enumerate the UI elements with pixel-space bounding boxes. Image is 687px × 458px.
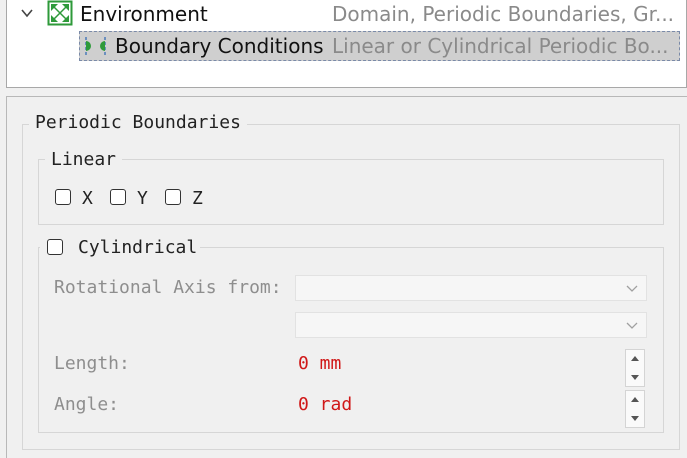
length-value[interactable]: 0 mm	[298, 353, 341, 375]
environment-icon	[47, 0, 73, 26]
length-spinner[interactable]	[625, 349, 645, 387]
tree-item-label: Boundary Conditions	[115, 34, 324, 58]
rotational-axis-label: Rotational Axis from:	[54, 277, 282, 298]
linear-group	[38, 159, 664, 225]
checkbox-y[interactable]	[110, 189, 126, 205]
checkbox-x-label: X	[82, 188, 93, 209]
linear-title: Linear	[45, 149, 123, 171]
chevron-down-icon	[626, 322, 638, 329]
chevron-down-icon	[626, 285, 638, 292]
spin-down-icon[interactable]	[629, 371, 641, 383]
checkbox-z[interactable]	[165, 189, 181, 205]
tree-item-description: Domain, Periodic Boundaries, Gr...	[332, 2, 675, 26]
tree-item-label: Environment	[80, 2, 208, 26]
spin-up-icon[interactable]	[629, 353, 641, 365]
checkbox-z-label: Z	[192, 188, 203, 209]
chevron-down-icon[interactable]	[19, 5, 35, 21]
checkbox-cylindrical[interactable]	[47, 239, 63, 255]
tree-item-environment[interactable]: Environment Domain, Periodic Boundaries,…	[7, 0, 686, 30]
angle-value[interactable]: 0 rad	[298, 394, 352, 416]
spin-down-icon[interactable]	[629, 412, 641, 424]
axis-to-combo[interactable]	[295, 312, 647, 338]
tree-panel: Environment Domain, Periodic Boundaries,…	[6, 0, 687, 88]
axis-from-combo[interactable]	[295, 275, 647, 301]
tree-item-description: Linear or Cylindrical Periodic Bo...	[332, 34, 669, 58]
angle-label: Angle:	[54, 394, 120, 415]
length-label: Length:	[54, 353, 130, 374]
tree-item-boundary-conditions[interactable]: Boundary Conditions Linear or Cylindrica…	[7, 31, 686, 61]
angle-spinner[interactable]	[625, 390, 645, 428]
checkbox-y-label: Y	[137, 188, 148, 209]
periodic-boundaries-title: Periodic Boundaries	[29, 112, 247, 134]
checkbox-x[interactable]	[55, 189, 71, 205]
cylindrical-label: Cylindrical	[78, 237, 198, 258]
spin-up-icon[interactable]	[629, 394, 641, 406]
